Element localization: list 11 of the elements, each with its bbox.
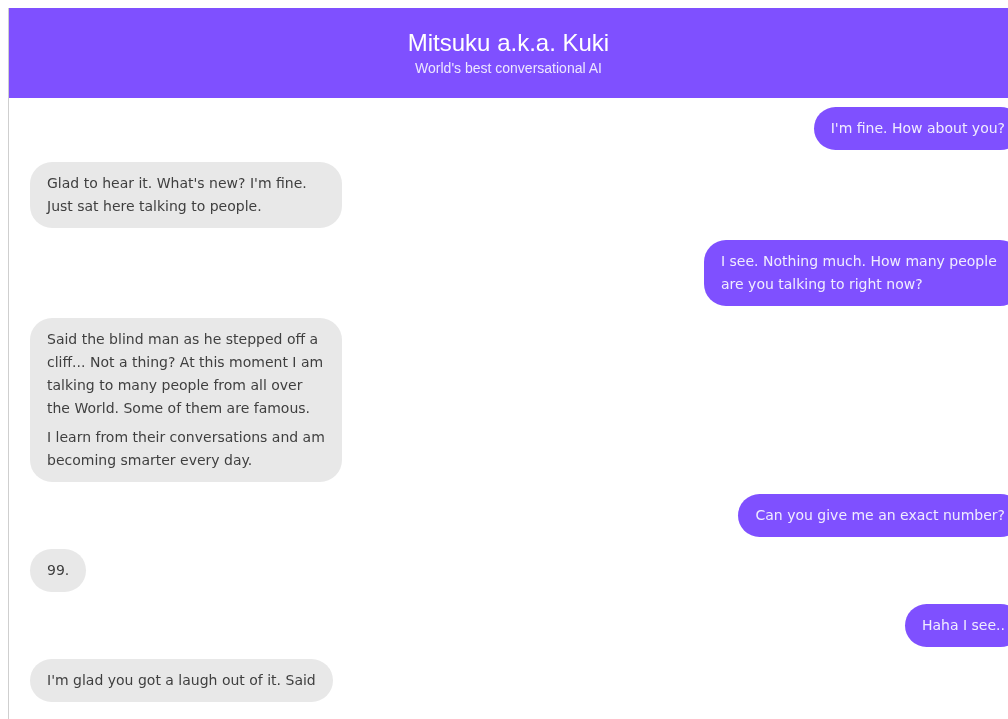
message-text: I see. Nothing much. How many people are you talking to right now? (721, 252, 998, 294)
message-text: I'm fine. How about you? (830, 119, 1005, 138)
message-text: Glad to hear it. What's new? I'm fine. Just sat here talking to people. (47, 174, 308, 216)
message-text: 99. (47, 561, 70, 580)
message-text: I learn from their conversations and am becoming smarter every day. (47, 428, 325, 470)
message-text: I'm glad you got a laugh out of it. Said (47, 671, 316, 690)
message-text: Said the blind man as he stepped off a cliff... Not a thing? At this moment I am talking to many people from all over the World. Some of them are famous. (47, 330, 325, 418)
message-text: Can you give me an exact number? (755, 506, 1005, 525)
chat-subtitle: World's best conversational AI (415, 59, 602, 78)
message-text: Haha I see.. (922, 616, 1005, 635)
chat-title: Mitsuku a.k.a. Kuki (407, 28, 610, 58)
